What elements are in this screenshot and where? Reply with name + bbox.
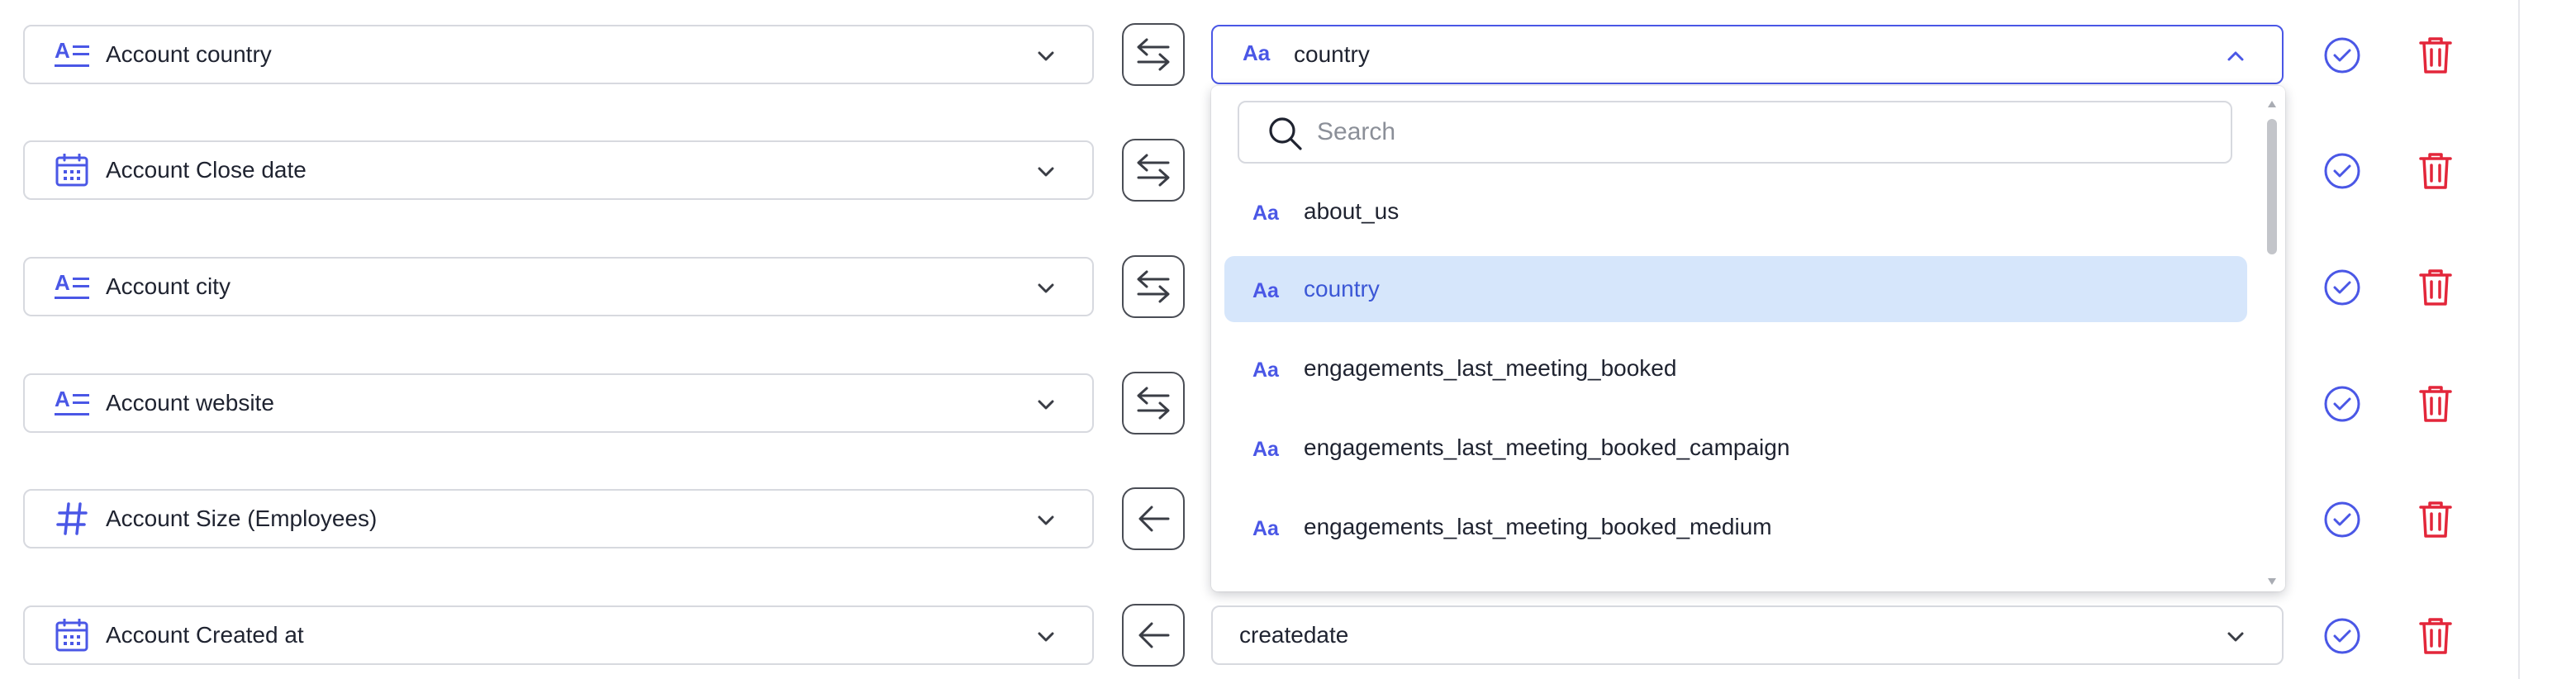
sync-direction-button[interactable] <box>1122 372 1185 434</box>
source-field-label: Account country <box>106 41 272 67</box>
mapping-row: Account Created at createdate <box>0 604 2479 670</box>
svg-text:Aa: Aa <box>1252 517 1280 539</box>
search-icon <box>1269 117 1302 150</box>
calendar-icon <box>55 619 88 652</box>
text-field-icon: A <box>55 38 89 67</box>
sync-direction-button[interactable] <box>1122 23 1185 86</box>
svg-text:Aa: Aa <box>1252 279 1280 301</box>
svg-text:Aa: Aa <box>1243 41 1271 64</box>
scroll-down-arrow[interactable] <box>2268 578 2276 585</box>
text-type-icon: Aa <box>1252 517 1280 539</box>
dropdown-option-selected[interactable]: Aa country <box>1224 256 2247 322</box>
sync-direction-button[interactable] <box>1122 139 1185 202</box>
destination-field-label: createdate <box>1239 622 1349 648</box>
destination-field-label: country <box>1294 41 1370 67</box>
dropdown-option-label: engagements_last_meeting_booked_medium <box>1304 514 1772 539</box>
dropdown-scrollbar[interactable] <box>2265 101 2279 585</box>
dropdown-option[interactable]: Aa engagements_last_meeting_booked <box>1224 335 2247 401</box>
source-field-select[interactable]: A Account city <box>23 257 1094 316</box>
trash-icon[interactable] <box>2416 499 2455 540</box>
source-field-label: Account website <box>106 390 274 415</box>
trash-icon[interactable] <box>2416 150 2455 192</box>
source-field-select[interactable]: A Account country <box>23 25 1094 84</box>
chevron-down-icon <box>1038 632 1054 642</box>
destination-field-select[interactable]: createdate <box>1211 605 2284 665</box>
panel-divider <box>2518 0 2520 679</box>
source-field-label: Account Created at <box>106 622 304 648</box>
svg-text:A: A <box>55 270 70 295</box>
arrow-left-icon <box>1138 622 1170 648</box>
dropdown-option[interactable]: Aa engagements_last_meeting_booked_mediu… <box>1224 494 2247 560</box>
bidirectional-arrows-icon <box>1137 270 1170 303</box>
mapping-row: A Account country Aa country <box>0 23 2479 89</box>
dropdown-option[interactable]: Aa engagements_last_meeting_booked_campa… <box>1224 415 2247 481</box>
dropdown-option-label: engagements_last_meeting_booked <box>1304 355 1677 381</box>
source-field-select[interactable]: A Account website <box>23 373 1094 433</box>
check-circle-icon[interactable] <box>2323 385 2361 423</box>
check-circle-icon[interactable] <box>2323 268 2361 306</box>
svg-text:A: A <box>55 387 70 411</box>
chevron-down-icon <box>1038 400 1054 410</box>
dropdown-search <box>1238 101 2232 164</box>
dropdown-option[interactable]: Aa about_us <box>1224 178 2247 245</box>
text-type-icon: Aa <box>1252 358 1280 380</box>
trash-icon[interactable] <box>2416 267 2455 308</box>
chevron-down-icon <box>1038 167 1054 177</box>
chevron-down-icon <box>2227 632 2244 642</box>
destination-field-dropdown: Aa about_us Aa country Aa engagements_la… <box>1211 86 2285 591</box>
source-field-select[interactable]: Account Close date <box>23 140 1094 200</box>
svg-text:Aa: Aa <box>1252 438 1280 459</box>
text-type-icon: Aa <box>1252 279 1280 301</box>
chevron-up-icon <box>2227 51 2244 61</box>
text-field-icon: A <box>55 387 89 415</box>
svg-text:A: A <box>55 38 70 63</box>
bidirectional-arrows-icon <box>1137 38 1170 71</box>
search-input[interactable] <box>1317 111 2209 154</box>
chevron-down-icon <box>1038 51 1054 61</box>
source-field-label: Account city <box>106 273 231 299</box>
text-type-icon: Aa <box>1243 41 1271 64</box>
chevron-down-icon <box>1038 515 1054 525</box>
check-circle-icon[interactable] <box>2323 152 2361 190</box>
check-circle-icon[interactable] <box>2323 501 2361 539</box>
source-field-label: Account Size (Employees) <box>106 506 378 531</box>
check-circle-icon[interactable] <box>2323 36 2361 74</box>
dropdown-option-label: about_us <box>1304 198 1400 224</box>
scroll-up-arrow[interactable] <box>2268 101 2276 107</box>
dropdown-option-label: country <box>1304 276 1380 302</box>
svg-text:Aa: Aa <box>1252 202 1280 223</box>
sync-direction-button[interactable] <box>1122 487 1185 550</box>
text-field-icon: A <box>55 270 89 299</box>
sync-direction-button[interactable] <box>1122 604 1185 667</box>
bidirectional-arrows-icon <box>1137 154 1170 187</box>
text-type-icon: Aa <box>1252 202 1280 223</box>
dropdown-option-label: engagements_last_meeting_booked_campaign <box>1304 434 1790 460</box>
hash-icon <box>56 502 88 535</box>
text-type-icon: Aa <box>1252 438 1280 459</box>
source-field-label: Account Close date <box>106 157 307 183</box>
calendar-icon <box>55 154 88 187</box>
trash-icon[interactable] <box>2416 615 2455 657</box>
bidirectional-arrows-icon <box>1137 387 1170 420</box>
check-circle-icon[interactable] <box>2323 617 2361 655</box>
source-field-select[interactable]: Account Size (Employees) <box>23 489 1094 548</box>
svg-text:Aa: Aa <box>1252 358 1280 380</box>
arrow-left-icon <box>1138 506 1170 532</box>
trash-icon[interactable] <box>2416 35 2455 76</box>
trash-icon[interactable] <box>2416 383 2455 425</box>
chevron-down-icon <box>1038 283 1054 293</box>
destination-field-select[interactable]: Aa country <box>1211 25 2284 84</box>
source-field-select[interactable]: Account Created at <box>23 605 1094 665</box>
scroll-thumb[interactable] <box>2267 119 2277 254</box>
sync-direction-button[interactable] <box>1122 255 1185 318</box>
